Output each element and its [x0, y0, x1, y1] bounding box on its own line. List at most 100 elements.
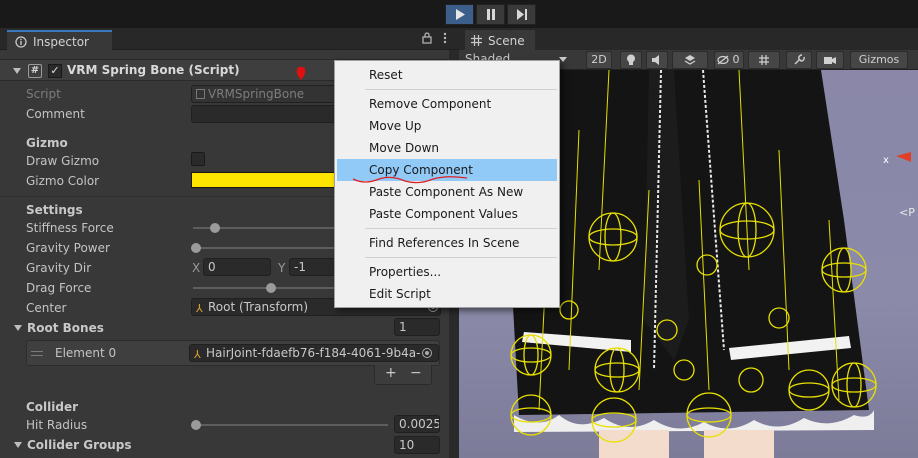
chevron-down-icon: [559, 57, 567, 62]
kebab-menu-icon[interactable]: [442, 32, 448, 44]
root-bones-foldout-icon[interactable]: [14, 325, 22, 331]
script-label: Script: [26, 87, 61, 101]
tab-inspector[interactable]: Inspector: [7, 30, 112, 51]
settings-section-header: Settings: [26, 203, 83, 217]
transform-icon: ⅄: [194, 348, 201, 361]
menu-item-move-down[interactable]: Move Down: [337, 137, 557, 159]
collider-groups-label[interactable]: Collider Groups: [27, 438, 132, 452]
menu-item-paste-component-values[interactable]: Paste Component Values: [337, 203, 557, 225]
effects-dropdown[interactable]: [672, 51, 708, 69]
gizmo-section-header: Gizmo: [26, 136, 68, 150]
hit-radius-input[interactable]: 0.00259: [394, 415, 440, 433]
hit-radius-slider-handle[interactable]: [191, 420, 201, 430]
component-title: VRM Spring Bone (Script): [67, 63, 240, 77]
wrench-icon: [794, 54, 805, 65]
object-picker-icon[interactable]: [422, 348, 432, 358]
gizmos-dropdown[interactable]: Gizmos: [850, 51, 908, 69]
scene-visibility-button[interactable]: 0: [714, 51, 744, 69]
menu-item-remove-component[interactable]: Remove Component: [337, 93, 557, 115]
menu-item-reset[interactable]: Reset: [337, 64, 557, 86]
tab-scene[interactable]: Scene: [465, 30, 535, 51]
element-label: Element 0: [55, 346, 117, 360]
lock-icon[interactable]: [422, 32, 432, 44]
lighting-toggle-button[interactable]: [620, 51, 642, 69]
audio-toggle-button[interactable]: [646, 51, 668, 69]
menu-item-edit-script[interactable]: Edit Script: [337, 283, 557, 305]
drag-handle-icon[interactable]: [31, 351, 43, 356]
collider-section-header: Collider: [26, 400, 79, 414]
element-value: HairJoint-fdaefb76-f184-4061-9b4a-: [206, 346, 421, 360]
play-toolbar: [0, 0, 918, 28]
gravity-dir-label: Gravity Dir: [26, 261, 92, 275]
drag-force-label: Drag Force: [26, 281, 92, 295]
foldout-arrow-icon[interactable]: [13, 68, 21, 74]
menu-separator: [365, 89, 557, 90]
perspective-label[interactable]: <P: [899, 206, 915, 219]
center-label: Center: [26, 301, 67, 315]
gizmo-color-label: Gizmo Color: [26, 174, 100, 188]
transform-icon: ⅄: [196, 302, 203, 315]
stiffness-slider-handle[interactable]: [210, 223, 220, 233]
speaker-icon: [652, 55, 659, 65]
menu-item-copy-component[interactable]: Copy Component: [337, 159, 557, 184]
root-bones-label[interactable]: Root Bones: [27, 321, 104, 335]
element-object-field[interactable]: ⅄ HairJoint-fdaefb76-f184-4061-9b4a-: [189, 344, 439, 362]
context-menu: Reset Remove Component Move Up Move Down…: [334, 60, 560, 308]
grid-snap-icon: [759, 55, 769, 65]
comment-field[interactable]: [191, 105, 341, 123]
script-icon: #: [28, 64, 42, 78]
add-element-button[interactable]: +: [385, 365, 397, 381]
hit-radius-label: Hit Radius: [26, 418, 88, 432]
center-value: Root (Transform): [208, 300, 309, 314]
drag-force-slider-handle[interactable]: [266, 283, 276, 293]
comment-label: Comment: [26, 107, 85, 121]
script-value: VRMSpringBone: [208, 87, 305, 101]
collider-groups-size-input[interactable]: 10: [394, 436, 440, 454]
gravity-power-slider-handle[interactable]: [191, 243, 201, 253]
draw-gizmo-checkbox[interactable]: [191, 152, 205, 166]
pause-icon: [486, 9, 495, 20]
gravity-power-label: Gravity Power: [26, 241, 110, 255]
menu-item-move-up[interactable]: Move Up: [337, 115, 557, 137]
script-field[interactable]: VRMSpringBone: [191, 85, 341, 103]
pause-button[interactable]: [476, 4, 505, 25]
hit-radius-slider-track[interactable]: [193, 424, 388, 426]
gravity-power-slider-track[interactable]: [193, 247, 341, 249]
script-asset-icon: [196, 89, 205, 99]
menu-separator: [365, 228, 557, 229]
2d-toggle-button[interactable]: 2D: [586, 51, 612, 69]
menu-item-properties[interactable]: Properties...: [337, 261, 557, 283]
step-icon: [516, 9, 527, 20]
grid-icon: [471, 35, 482, 46]
step-button[interactable]: [507, 4, 536, 25]
grid-snap-dropdown[interactable]: [748, 51, 780, 69]
gravity-dir-y-label: Y: [278, 261, 286, 275]
layers-icon: [684, 55, 696, 65]
axis-x-label: x: [883, 155, 889, 166]
gravity-dir-x-input[interactable]: 0: [203, 258, 271, 276]
menu-separator: [365, 257, 557, 258]
menu-item-find-references[interactable]: Find References In Scene: [337, 232, 557, 254]
red-marker-icon: [296, 66, 306, 80]
tab-scene-label: Scene: [488, 33, 525, 48]
collider-groups-foldout-icon[interactable]: [14, 442, 22, 448]
gizmo-color-swatch[interactable]: [191, 172, 341, 188]
stiffness-label: Stiffness Force: [26, 221, 114, 235]
camera-icon: [824, 57, 836, 64]
camera-settings-dropdown[interactable]: [816, 51, 844, 69]
play-button[interactable]: [445, 4, 474, 25]
draw-gizmo-label: Draw Gizmo: [26, 154, 100, 168]
tab-inspector-label: Inspector: [33, 34, 89, 49]
lightbulb-icon: [627, 54, 635, 65]
list-item: Element 0 ⅄ HairJoint-fdaefb76-f184-4061…: [26, 340, 440, 366]
menu-item-paste-component-as-new[interactable]: Paste Component As New: [337, 181, 557, 203]
info-icon: [15, 35, 27, 48]
remove-element-button[interactable]: −: [410, 365, 422, 381]
component-enabled-checkbox[interactable]: ✓: [48, 64, 62, 78]
hidden-count: 0: [732, 53, 740, 66]
list-add-remove-bar: + −: [374, 365, 432, 385]
gravity-dir-x-label: X: [192, 261, 201, 275]
tools-toggle-button[interactable]: [786, 51, 812, 69]
root-bones-size-input[interactable]: 1: [394, 318, 440, 336]
play-icon: [455, 9, 465, 20]
